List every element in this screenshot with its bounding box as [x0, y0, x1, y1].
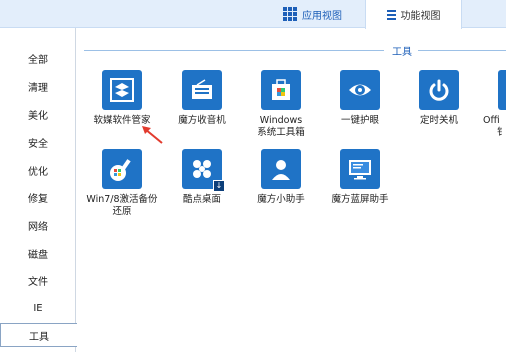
- tool-label: 魔方蓝屏助手: [331, 194, 389, 205]
- sidebar-item-network[interactable]: 网络: [0, 213, 76, 237]
- download-icon: ↓: [213, 180, 225, 192]
- sidebar-item-optimize[interactable]: 优化: [0, 158, 76, 182]
- tool-label: Win7/8激活备份 还原: [86, 194, 157, 218]
- tool-label: 酷点桌面: [182, 194, 221, 205]
- tool-label: 定时关机: [419, 115, 458, 126]
- tool-timed-shutdown[interactable]: 定时关机: [399, 70, 479, 127]
- tool-label-line2: 系统工具箱: [257, 127, 305, 138]
- tool-label: Windows 系统工具箱: [257, 115, 305, 139]
- sidebar-item-beautify[interactable]: 美化: [0, 102, 76, 126]
- sidebar-item-label: 磁盘: [28, 249, 48, 261]
- tool-label-line2: 钅: [497, 127, 506, 138]
- section-title: 工具: [392, 47, 412, 58]
- windows-toolbox-icon: [261, 70, 301, 110]
- sidebar-item-label: 工具: [29, 331, 49, 343]
- tool-cool-desktop[interactable]: ↓ 酷点桌面: [162, 149, 242, 206]
- bluescreen-icon: [340, 149, 380, 189]
- assistant-icon: [261, 149, 301, 189]
- sidebar-item-file[interactable]: 文件: [0, 268, 76, 292]
- tab-app-view-label: 应用视图: [302, 10, 342, 22]
- tool-win-activation-backup[interactable]: Win7/8激活备份 还原: [82, 149, 162, 218]
- office-icon: [498, 70, 506, 110]
- sidebar-item-clean[interactable]: 清理: [0, 74, 76, 98]
- sidebar-item-label: 网络: [28, 221, 48, 233]
- sidebar-item-disk[interactable]: 磁盘: [0, 241, 76, 265]
- annotation-arrow-icon: [142, 126, 163, 144]
- tool-bluescreen-assistant[interactable]: 魔方蓝屏助手: [320, 149, 400, 206]
- sidebar-item-label: 文件: [28, 276, 48, 288]
- software-manager-icon: [102, 70, 142, 110]
- sidebar-item-repair[interactable]: 修复: [0, 185, 76, 209]
- sidebar-item-label: 安全: [28, 138, 48, 150]
- section-divider: [84, 50, 384, 51]
- sidebar-item-security[interactable]: 安全: [0, 130, 76, 154]
- list-icon: [386, 9, 396, 20]
- tool-label-line2: 还原: [112, 206, 132, 217]
- tool-label: Offi 钅: [483, 115, 506, 139]
- tab-function-view-label: 功能视图: [400, 11, 441, 22]
- sidebar-item-label: 美化: [28, 110, 48, 122]
- sidebar-item-label: 修复: [28, 193, 48, 205]
- sidebar-item-ie[interactable]: IE: [0, 296, 76, 320]
- sidebar-item-label: 全部: [28, 54, 48, 66]
- power-icon: [419, 70, 459, 110]
- view-tab-bar: 应用视图 功能视图: [0, 0, 506, 29]
- tab-app-view[interactable]: 应用视图: [283, 0, 342, 28]
- sidebar-item-tools[interactable]: 工具: [0, 323, 77, 347]
- tool-eye-care[interactable]: 一键护眼: [320, 70, 400, 127]
- tab-function-view[interactable]: 功能视图: [365, 0, 462, 29]
- tool-label: 一键护眼: [340, 115, 379, 126]
- category-sidebar: 全部 清理 美化 安全 优化 修复 网络 磁盘 文件 IE 工具: [0, 28, 77, 352]
- section-divider: [418, 50, 506, 51]
- sidebar-item-all[interactable]: 全部: [0, 46, 76, 70]
- activation-key-icon: [102, 149, 142, 189]
- tool-label-line1: Offi: [483, 115, 500, 126]
- tool-radio[interactable]: 魔方收音机: [162, 70, 242, 127]
- tool-label: 魔方收音机: [178, 115, 226, 126]
- tool-windows-toolbox[interactable]: Windows 系统工具箱: [241, 70, 321, 139]
- tool-software-manager[interactable]: 软媒软件管家: [82, 70, 162, 127]
- sidebar-item-label: 优化: [28, 166, 48, 178]
- tool-office[interactable]: Offi 钅: [478, 70, 506, 139]
- radio-icon: [182, 70, 222, 110]
- tool-label: 魔方小助手: [257, 194, 305, 205]
- tool-assistant[interactable]: 魔方小助手: [241, 149, 321, 206]
- tool-label-line1: Win7/8激活备份: [86, 194, 158, 205]
- sidebar-item-label: IE: [33, 302, 43, 314]
- grid-icon: [283, 7, 297, 21]
- tool-label-line1: Windows: [259, 115, 303, 126]
- sidebar-item-label: 清理: [28, 82, 48, 94]
- desktop-tool-icon: ↓: [182, 149, 225, 192]
- eye-icon: [340, 70, 380, 110]
